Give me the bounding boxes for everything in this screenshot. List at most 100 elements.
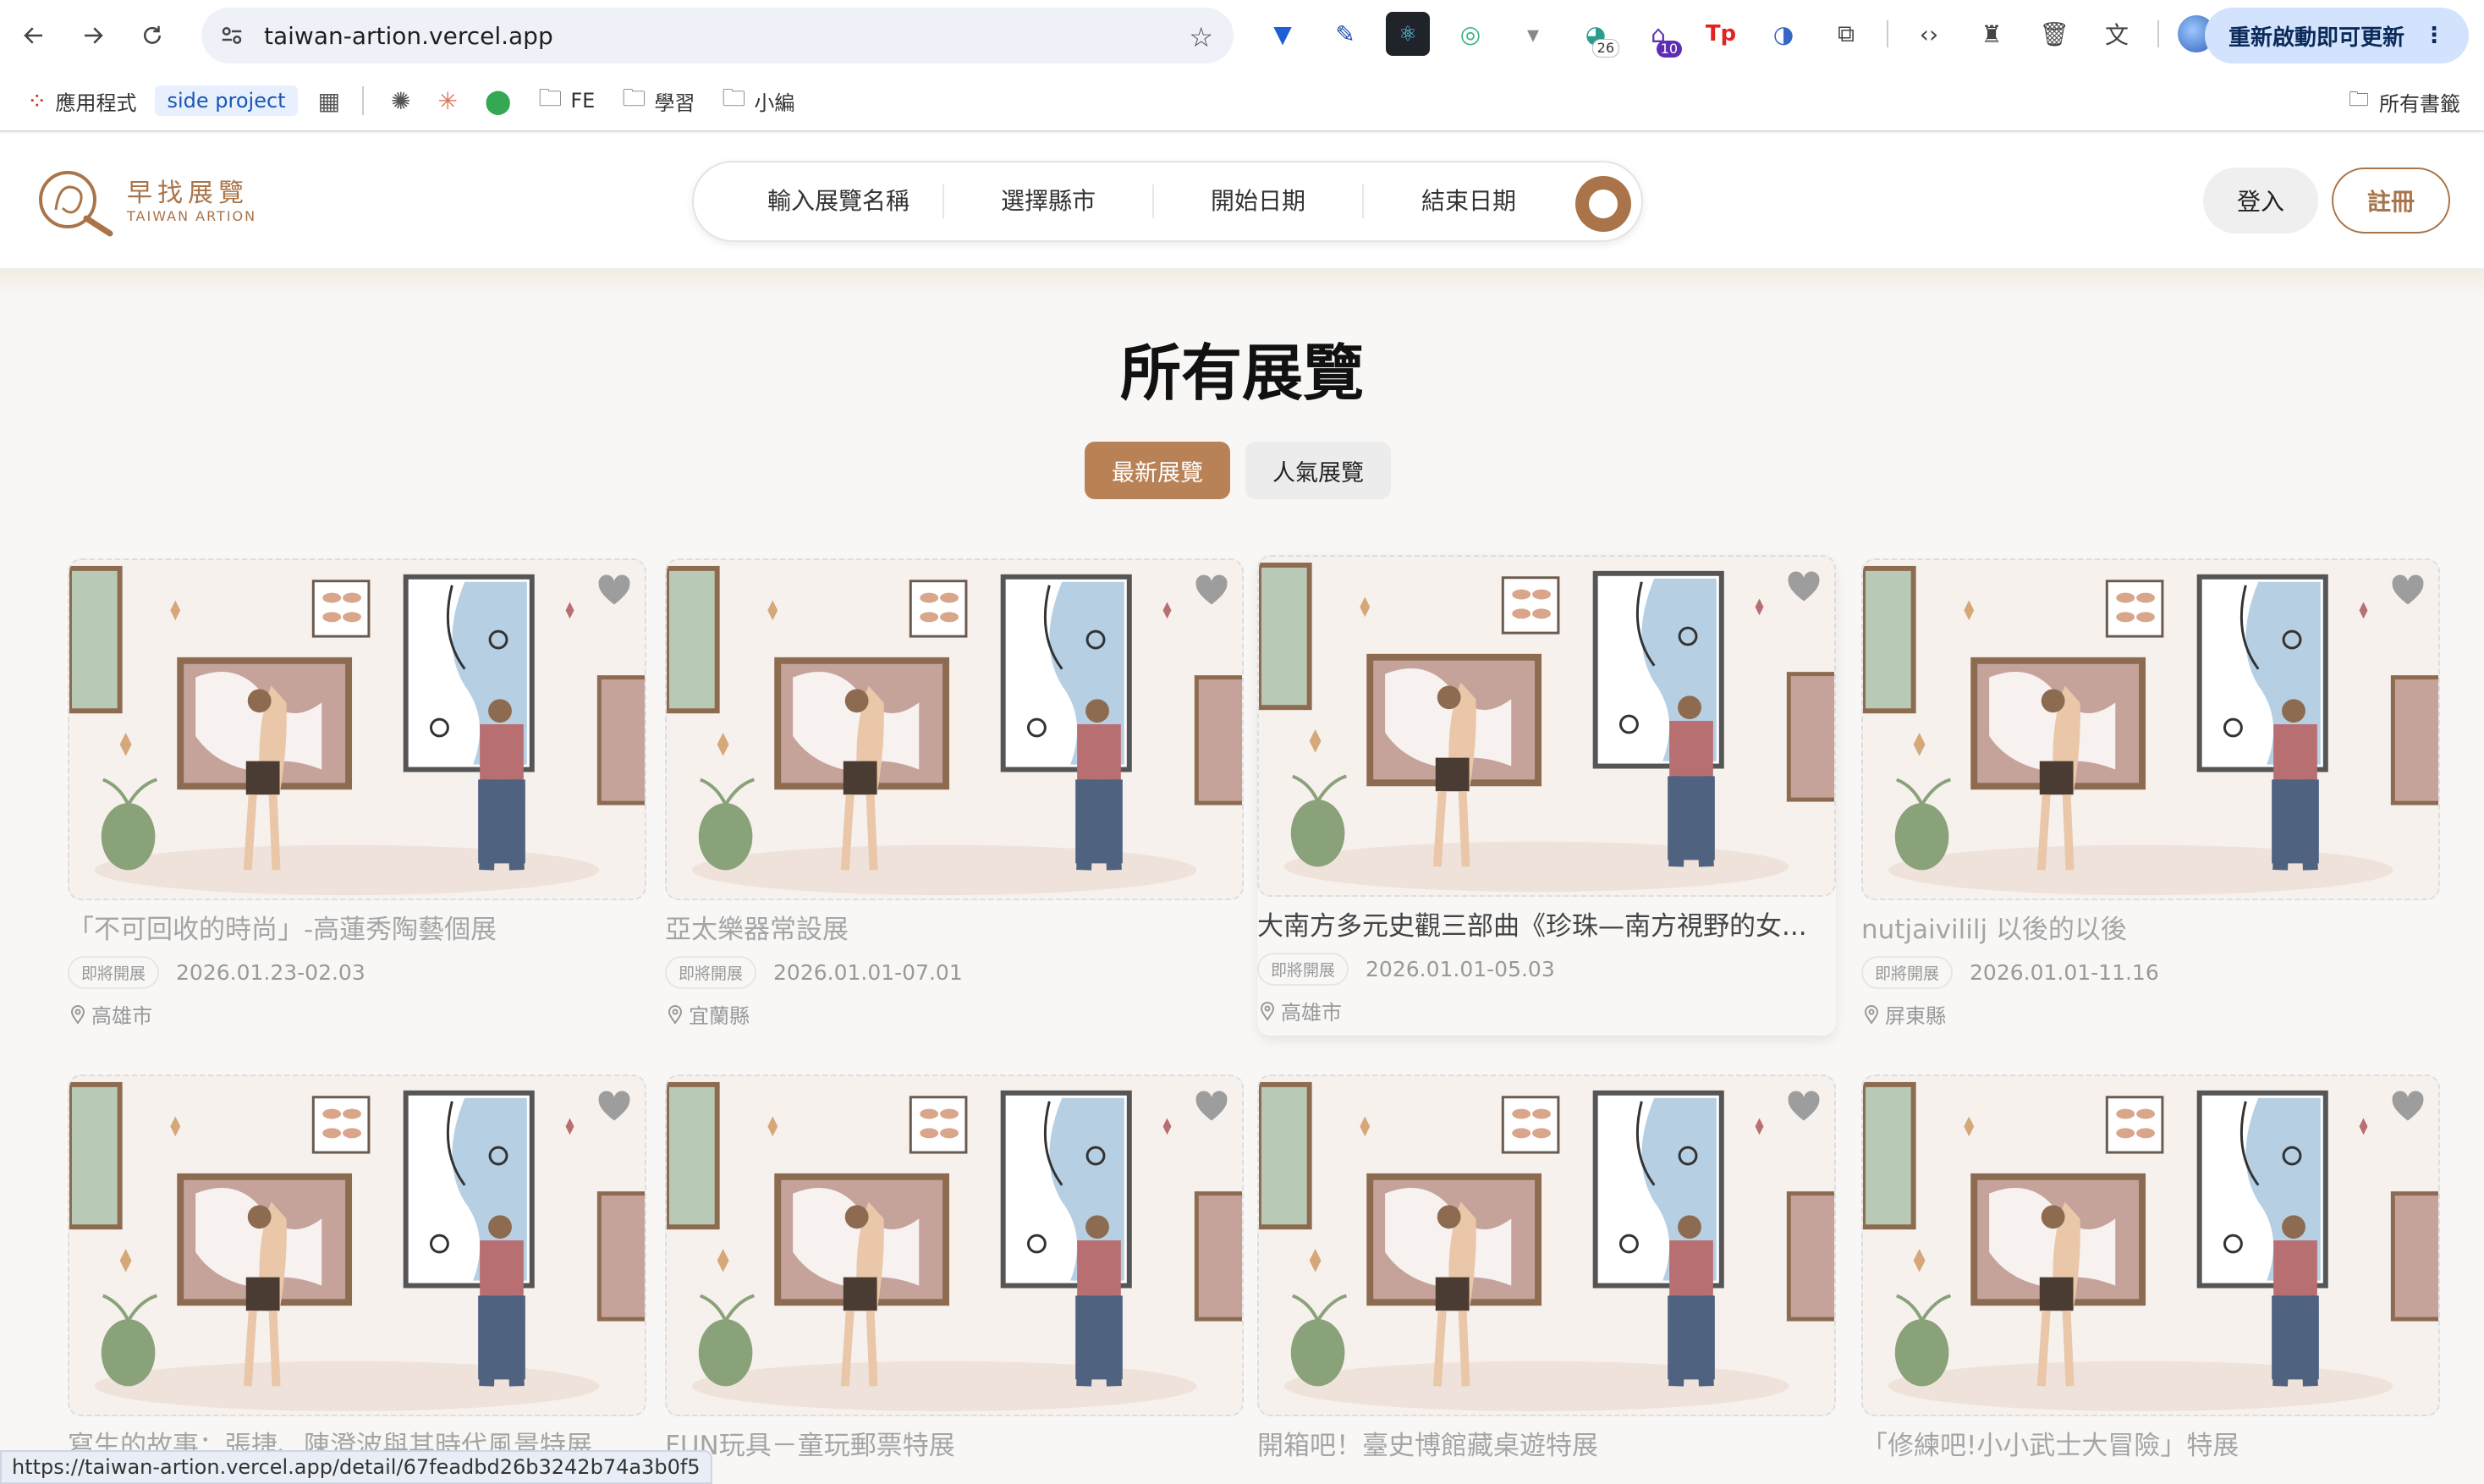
site-header: 早找展覽 TAIWAN ARTION 輸入展覽名稱 選擇縣市 開始日期 結束日期… bbox=[0, 134, 2484, 269]
exhibition-date: 2026.01.01-11.16 bbox=[1970, 960, 2159, 985]
bookmark-side-project-label: side project bbox=[167, 89, 286, 113]
exhibition-name-input[interactable]: 輸入展覽名稱 bbox=[694, 184, 944, 218]
grammar-extension-icon[interactable]: ◕ 26 bbox=[1574, 12, 1619, 58]
favorite-heart-icon[interactable] bbox=[2389, 1088, 2426, 1125]
tp-extension-icon[interactable]: Tp bbox=[1699, 12, 1743, 56]
bookmark-apps[interactable]: ⁘ 應用程式 bbox=[27, 70, 136, 131]
exhibition-date: 2026.01.23-02.03 bbox=[176, 960, 365, 985]
exhibition-card[interactable]: 「不可回收的時尚」-高蓮秀陶藝個展 即將開展 2026.01.23-02.03 … bbox=[68, 558, 646, 1029]
all-bookmarks[interactable]: 🗀 所有書籤 bbox=[2349, 71, 2460, 132]
translate-icon[interactable]: 文 bbox=[2095, 12, 2139, 56]
puzzle-extensions-icon[interactable]: ⧉ bbox=[1824, 12, 1868, 56]
exhibition-title[interactable]: FUN玩具－童玩郵票特展 bbox=[665, 1428, 1244, 1464]
tp-extension-text: Tp bbox=[1705, 21, 1737, 47]
apps-grid-icon: ⁘ bbox=[27, 86, 47, 115]
favorite-heart-icon[interactable] bbox=[1785, 1088, 1822, 1125]
lens-extension-icon[interactable]: ◑ bbox=[1761, 12, 1805, 56]
bookmark-claude[interactable]: ✳ bbox=[438, 70, 458, 131]
favorite-heart-icon[interactable] bbox=[596, 572, 633, 609]
bookmark-star-icon[interactable]: ☆ bbox=[1189, 21, 1213, 53]
exhibition-card[interactable]: 大南方多元史觀三部曲《珍珠—南方視野的女... 即將開展 2026.01.01-… bbox=[1257, 555, 1836, 1036]
exhibition-image[interactable] bbox=[1861, 1075, 2440, 1416]
end-date-input[interactable]: 結束日期 bbox=[1364, 184, 1574, 218]
tab-latest[interactable]: 最新展覽 bbox=[1085, 442, 1230, 499]
exhibition-card[interactable]: nutjaivililj 以後的以後 即將開展 2026.01.01-11.16… bbox=[1861, 558, 2440, 1029]
folder-icon: 🗀 bbox=[722, 84, 746, 112]
more-menu-icon[interactable]: ⋮ bbox=[2423, 23, 2445, 48]
bookmark-folder-editor[interactable]: 🗀 小編 bbox=[722, 70, 794, 131]
site-info-icon[interactable] bbox=[217, 20, 247, 51]
exhibition-title[interactable]: 「修練吧!小小武士大冒險」特展 bbox=[1861, 1428, 2440, 1464]
bookmark-folder-study[interactable]: 🗀 學習 bbox=[622, 70, 695, 131]
tab-popular[interactable]: 人氣展覽 bbox=[1245, 442, 1391, 499]
location-pin-icon bbox=[68, 1004, 88, 1025]
exhibition-meta: 即將開展 2026.01.01-07.01 bbox=[665, 956, 1244, 989]
grid-icon: ▦ bbox=[317, 86, 341, 115]
exhibition-image[interactable] bbox=[1257, 555, 1836, 897]
exhibition-image[interactable] bbox=[1257, 1075, 1836, 1416]
exhibition-meta: 即將開展 2026.01.01-11.16 bbox=[1861, 956, 2440, 989]
back-icon[interactable] bbox=[15, 17, 52, 54]
exhibition-card[interactable]: FUN玩具－童玩郵票特展 bbox=[665, 1075, 1244, 1464]
exhibition-title[interactable]: 「不可回收的時尚」-高蓮秀陶藝個展 bbox=[68, 912, 646, 948]
exhibition-title[interactable]: 亞太樂器常設展 bbox=[665, 912, 1244, 948]
bookmark-side-project[interactable]: side project bbox=[155, 85, 298, 116]
login-button[interactable]: 登入 bbox=[2203, 168, 2318, 234]
all-bookmarks-label: 所有書籤 bbox=[2379, 91, 2460, 116]
site-logo[interactable]: 早找展覽 TAIWAN ARTION bbox=[34, 166, 256, 237]
logo-title: 早找展覽 bbox=[127, 178, 249, 208]
exhibition-image[interactable] bbox=[1861, 558, 2440, 900]
exhibition-image[interactable] bbox=[68, 1075, 646, 1416]
exhibition-title[interactable]: 開箱吧！臺史博館藏桌遊特展 bbox=[1257, 1428, 1836, 1464]
reload-icon[interactable] bbox=[134, 17, 171, 54]
exhibition-image[interactable] bbox=[68, 558, 646, 900]
incognito-icon[interactable]: ♜ bbox=[1970, 12, 2014, 56]
bookmark-study-label: 學習 bbox=[654, 91, 695, 115]
favorite-heart-icon[interactable] bbox=[1193, 572, 1230, 609]
city-select[interactable]: 選擇縣市 bbox=[944, 184, 1154, 218]
exhibition-date: 2026.01.01-05.03 bbox=[1366, 957, 1555, 981]
favorite-heart-icon[interactable] bbox=[596, 1088, 633, 1125]
address-bar[interactable]: taiwan-artion.vercel.app ☆ bbox=[201, 8, 1234, 63]
exhibition-location: 高雄市 bbox=[68, 999, 646, 1029]
url-text[interactable]: taiwan-artion.vercel.app bbox=[264, 22, 553, 50]
start-date-input[interactable]: 開始日期 bbox=[1154, 184, 1364, 218]
exhibition-location: 高雄市 bbox=[1257, 996, 1836, 1025]
react-devtools-icon[interactable]: ⚛ bbox=[1386, 12, 1430, 56]
signup-button[interactable]: 註冊 bbox=[2332, 168, 2450, 234]
exhibition-card[interactable]: 「修練吧!小小武士大冒險」特展 bbox=[1861, 1075, 2440, 1464]
exhibition-card[interactable]: 開箱吧！臺史博館藏桌遊特展 bbox=[1257, 1075, 1836, 1464]
exhibition-title[interactable]: nutjaivililj 以後的以後 bbox=[1861, 912, 2440, 948]
exhibition-card[interactable]: 亞太樂器常設展 即將開展 2026.01.01-07.01 宜蘭縣 bbox=[665, 558, 1244, 1029]
exhibition-title[interactable]: 大南方多元史觀三部曲《珍珠—南方視野的女... bbox=[1257, 909, 1836, 944]
update-label: 重新啟動即可更新 bbox=[2228, 25, 2404, 51]
header-decoration bbox=[0, 269, 2484, 298]
color-picker-icon[interactable]: ◎ bbox=[1448, 12, 1492, 56]
exhibition-image[interactable] bbox=[665, 1075, 1244, 1416]
house-extension-icon[interactable]: ⌂ 10 bbox=[1636, 12, 1682, 58]
search-button[interactable] bbox=[1575, 176, 1631, 232]
forward-icon[interactable] bbox=[74, 17, 112, 54]
browser-toolbar: taiwan-artion.vercel.app ☆ ▼ ✎ ⚛ ◎ ▾ ◕ 26… bbox=[0, 0, 2484, 71]
v-extension-icon[interactable]: ▾ bbox=[1511, 12, 1555, 56]
exhibition-meta: 即將開展 2026.01.01-05.03 bbox=[1257, 953, 1836, 986]
search-icon bbox=[1589, 190, 1618, 218]
favorite-heart-icon[interactable] bbox=[1785, 569, 1822, 606]
favorite-heart-icon[interactable] bbox=[2389, 572, 2426, 609]
sort-tabs: 最新展覽 人氣展覽 bbox=[1085, 442, 1391, 499]
exhibition-meta: 即將開展 2026.01.23-02.03 bbox=[68, 956, 646, 989]
exhibition-card[interactable]: 寫生的故事：張捷、陳澄波與其時代風景特展 bbox=[68, 1075, 646, 1464]
update-button[interactable]: 重新啟動即可更新 ⋮ bbox=[2204, 8, 2469, 63]
bookmark-maps[interactable]: ⬤ bbox=[485, 70, 511, 131]
bookmark-grid[interactable]: ▦ bbox=[318, 70, 340, 131]
search-bar: 輸入展覽名稱 選擇縣市 開始日期 結束日期 bbox=[692, 161, 1643, 242]
location-pin-icon bbox=[665, 1004, 685, 1025]
code-icon[interactable]: ‹› bbox=[1907, 12, 1951, 56]
bookmark-chatgpt[interactable]: ✺ bbox=[391, 70, 410, 131]
bookmark-folder-fe[interactable]: 🗀 FE bbox=[538, 70, 595, 131]
vue-devtools-icon[interactable]: ▼ bbox=[1261, 12, 1305, 56]
trash-icon[interactable]: 🗑 bbox=[2032, 12, 2076, 56]
pen-icon[interactable]: ✎ bbox=[1323, 12, 1367, 56]
favorite-heart-icon[interactable] bbox=[1193, 1088, 1230, 1125]
exhibition-image[interactable] bbox=[665, 558, 1244, 900]
